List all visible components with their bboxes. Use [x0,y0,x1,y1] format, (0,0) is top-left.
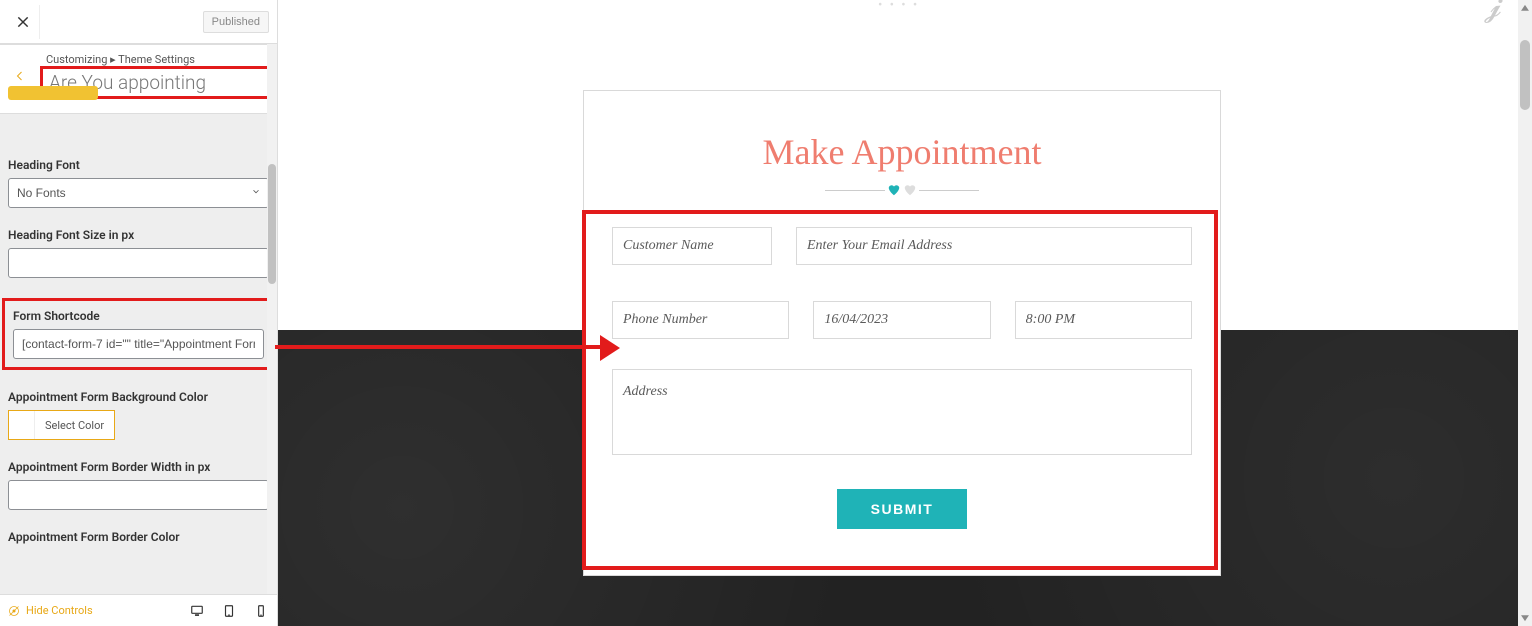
tablet-icon[interactable] [221,603,237,619]
time-input[interactable] [1015,301,1192,339]
bg-color-picker[interactable]: Select Color [8,410,115,440]
customer-name-input[interactable] [612,227,772,265]
customizer-sidebar: Published Customizing ▸ Theme Settings A… [0,0,278,626]
preview-scroll-thumb[interactable] [1520,40,1530,110]
heart-icon [903,183,917,197]
scroll-down-icon[interactable] [1520,612,1530,624]
breadcrumb: Customizing ▸ Theme Settings [46,53,271,66]
border-width-group: Appointment Form Border Width in px [8,460,269,510]
border-color-label: Appointment Form Border Color [8,530,269,544]
mobile-icon[interactable] [253,603,269,619]
shortcode-label: Form Shortcode [13,309,264,323]
heading-font-select[interactable]: No Fonts [8,178,269,208]
heading-font-size-label: Heading Font Size in px [8,228,269,242]
form-title: Make Appointment [612,131,1192,173]
heading-font-size-input[interactable] [8,248,269,278]
scroll-up-icon[interactable] [1520,2,1530,14]
hide-controls-button[interactable]: Hide Controls [8,604,93,617]
bg-color-label: Appointment Form Background Color [8,390,269,404]
yellow-accent-stub [8,86,98,100]
address-textarea[interactable] [612,369,1192,455]
decorative-separator: • • • • [878,0,919,13]
phone-input[interactable] [612,301,789,339]
sidebar-topbar: Published [0,0,277,44]
heading-font-size-group: Heading Font Size in px [8,228,269,278]
annotation-arrow-line [275,345,610,349]
sidebar-body: Heading Font No Fonts Heading Font Size … [0,114,277,594]
sidebar-scroll-thumb[interactable] [268,164,276,284]
shortcode-input[interactable] [13,329,264,359]
heading-font-group: Heading Font No Fonts [8,158,269,208]
heart-divider [612,183,1192,197]
close-icon[interactable] [6,5,40,39]
sidebar-scrollbar[interactable] [267,44,277,594]
email-input[interactable] [796,227,1192,265]
select-color-text: Select Color [35,419,114,432]
sidebar-footer: Hide Controls [0,594,277,626]
publish-status-button[interactable]: Published [203,11,269,33]
heading-font-label: Heading Font [8,158,269,172]
date-input[interactable] [813,301,990,339]
border-color-group: Appointment Form Border Color [8,530,269,544]
border-width-label: Appointment Form Border Width in px [8,460,269,474]
device-switcher [189,603,269,619]
submit-button[interactable]: SUBMIT [837,489,968,529]
sidebar-header: Customizing ▸ Theme Settings Are You app… [0,44,277,114]
preview-scrollbar[interactable] [1518,0,1532,626]
preview-pane: • • • • 𝓳 Make Appointment SUBMIT [278,0,1532,626]
decorative-squiggle: 𝓳 [1484,0,1502,24]
color-swatch [9,411,35,439]
appointment-form-card: Make Appointment SUBMIT [583,90,1221,576]
bg-color-group: Appointment Form Background Color Select… [8,390,269,440]
heart-icon [887,183,901,197]
shortcode-highlight-box: Form Shortcode [2,298,275,370]
shortcode-group: Form Shortcode [13,309,264,359]
border-width-input[interactable] [8,480,269,510]
annotation-arrow-head [600,335,620,361]
desktop-icon[interactable] [189,603,205,619]
hide-controls-label: Hide Controls [26,604,93,617]
